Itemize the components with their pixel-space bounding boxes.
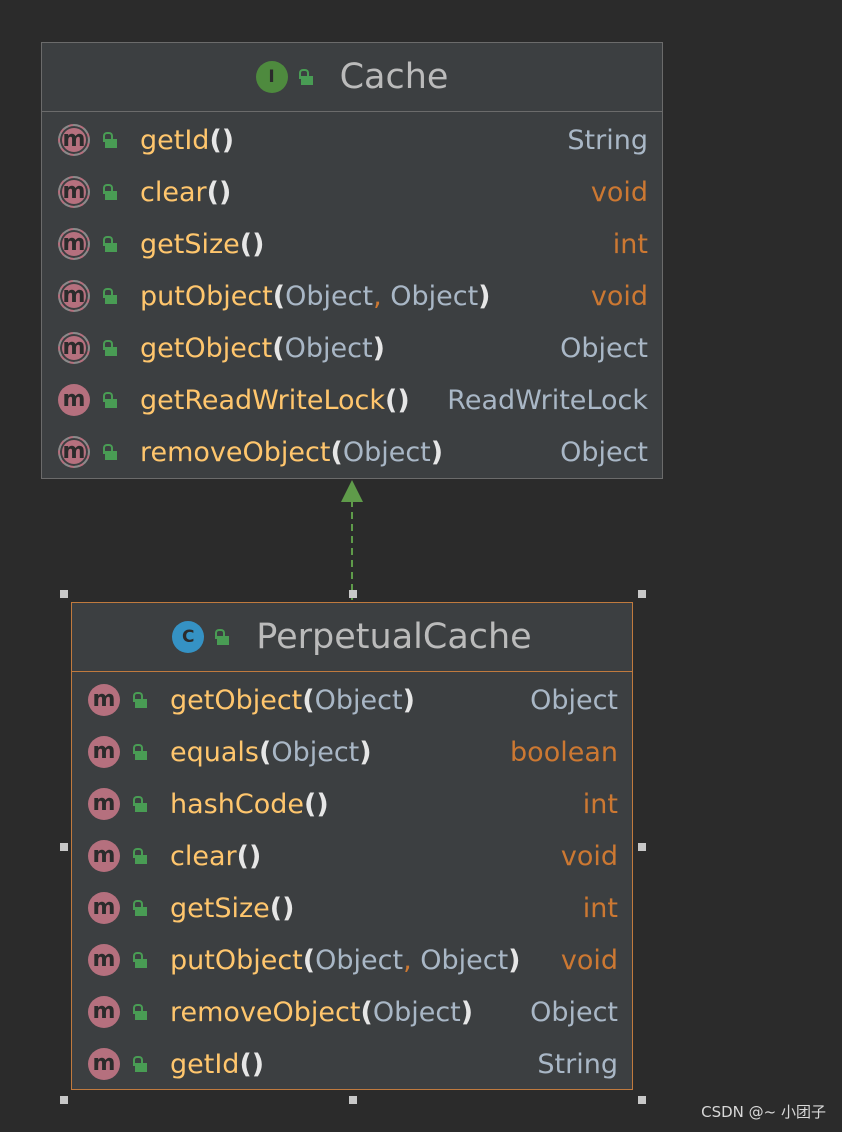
arrow-head-icon (341, 480, 363, 502)
open-paren: ( (360, 996, 373, 1028)
close-paren: ) (460, 996, 474, 1028)
method-row[interactable]: m clear() void (72, 830, 632, 882)
resize-handle[interactable] (638, 590, 646, 598)
close-paren: ) (316, 788, 329, 820)
return-type: int (582, 892, 618, 924)
method-signature: equals(Object) (170, 737, 372, 768)
method-signature: getObject(Object) (170, 685, 415, 716)
method-list: m getObject(Object) Object m equals(Object) b… (72, 672, 632, 1090)
method-icon: m (88, 736, 120, 768)
method-row[interactable]: m getObject(Object) Object (72, 674, 632, 726)
method-row[interactable]: m putObject(Object, Object) void (72, 934, 632, 986)
return-type: Object (530, 684, 618, 716)
method-icon: m (88, 788, 120, 820)
method-row[interactable]: m getSize() int (72, 882, 632, 934)
open-paren: ( (302, 684, 315, 716)
resize-handle[interactable] (60, 843, 68, 851)
class-name: PerpetualCache (256, 617, 532, 657)
method-signature: getSize() (170, 893, 294, 924)
resize-handle[interactable] (60, 1096, 68, 1104)
return-type: void (560, 840, 618, 872)
resize-handle[interactable] (60, 590, 68, 598)
method-signature: putObject(Object, Object) (170, 945, 521, 976)
return-type: Object (530, 996, 618, 1028)
return-type: void (560, 944, 618, 976)
public-lock-icon (132, 1056, 148, 1072)
method-row[interactable]: m equals(Object) boolean (72, 726, 632, 778)
method-signature: getId() (170, 1049, 264, 1080)
resize-handle[interactable] (638, 843, 646, 851)
method-name: getSize (170, 892, 270, 924)
method-params: Object (271, 736, 360, 768)
open-paren: ( (236, 840, 249, 872)
method-params: Object (372, 996, 461, 1028)
public-lock-icon (132, 848, 148, 864)
method-name: removeObject (170, 996, 361, 1028)
public-lock-icon (214, 629, 230, 645)
open-paren: ( (302, 944, 316, 976)
close-paren: ) (248, 840, 262, 872)
resize-handle[interactable] (349, 1096, 357, 1104)
open-paren: ( (239, 1048, 252, 1080)
open-paren: ( (303, 788, 317, 820)
method-icon: m (88, 1048, 120, 1080)
open-paren: ( (269, 892, 283, 924)
class-icon: C (172, 621, 205, 653)
method-name: equals (170, 736, 259, 768)
perpetualcache-header: C PerpetualCache (72, 603, 632, 672)
method-name: getId (170, 1048, 240, 1080)
open-paren: ( (258, 736, 272, 768)
method-signature: removeObject(Object) (170, 997, 473, 1028)
method-name: putObject (170, 944, 303, 976)
method-signature: clear() (170, 841, 261, 872)
perpetualcache-class-box[interactable]: C PerpetualCache m getObject(Object) Objec… (71, 602, 633, 1090)
resize-handle[interactable] (349, 590, 357, 598)
public-lock-icon (132, 1004, 148, 1020)
public-lock-icon (132, 692, 148, 708)
resize-handle[interactable] (638, 1096, 646, 1104)
method-row[interactable]: m removeObject(Object) Object (72, 986, 632, 1038)
method-icon: m (88, 892, 120, 924)
public-lock-icon (132, 952, 148, 968)
return-type: String (537, 1048, 618, 1080)
method-icon: m (88, 944, 120, 976)
close-paren: ) (508, 944, 521, 976)
method-params: Object, Object (315, 944, 509, 976)
method-row[interactable]: m hashCode() int (72, 778, 632, 830)
close-paren: ) (359, 736, 372, 768)
method-icon: m (88, 840, 120, 872)
close-paren: ) (402, 684, 415, 716)
close-paren: ) (251, 1048, 265, 1080)
public-lock-icon (132, 900, 148, 916)
method-name: getObject (170, 684, 303, 716)
public-lock-icon (132, 744, 148, 760)
method-name: clear (170, 840, 237, 872)
method-params: Object (314, 684, 403, 716)
method-signature: hashCode() (170, 789, 329, 820)
public-lock-icon (132, 796, 148, 812)
method-row[interactable]: m getId() String (72, 1038, 632, 1090)
method-name: hashCode (170, 788, 304, 820)
return-type: boolean (510, 736, 618, 768)
return-type: int (582, 788, 618, 820)
watermark: CSDN @~ 小团子 (701, 1103, 826, 1121)
method-icon: m (88, 996, 120, 1028)
close-paren: ) (282, 892, 295, 924)
method-icon: m (88, 684, 120, 716)
